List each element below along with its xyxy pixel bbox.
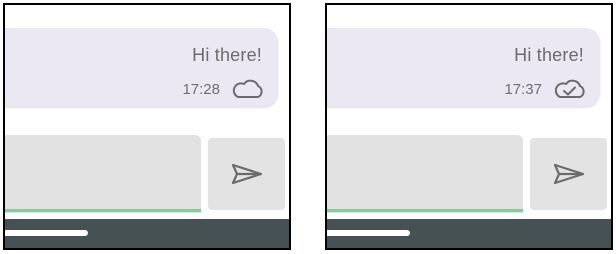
input-focus-underline [327, 209, 523, 212]
message-text: Hi there! [514, 45, 584, 65]
gesture-handle[interactable] [5, 230, 88, 236]
message-input[interactable] [5, 135, 201, 213]
gesture-handle[interactable] [327, 230, 410, 236]
system-navigation-bar [327, 219, 611, 248]
chat-screen-after: Hi there! 17:37 [325, 3, 613, 250]
message-meta: 17:28 [182, 78, 266, 100]
comparison-stage: Hi there! 17:28 Hi there! 17:37 [0, 0, 616, 254]
send-icon [553, 163, 584, 185]
message-bubble[interactable]: Hi there! 17:28 [5, 28, 278, 106]
send-icon [231, 163, 262, 185]
message-input[interactable] [327, 135, 523, 213]
message-meta: 17:37 [504, 78, 588, 100]
chat-screen-before: Hi there! 17:28 [3, 3, 291, 250]
send-button[interactable] [530, 138, 607, 210]
message-time: 17:28 [182, 80, 220, 98]
message-text: Hi there! [192, 45, 262, 65]
input-focus-underline [5, 209, 201, 212]
send-button[interactable] [208, 138, 285, 210]
message-time: 17:37 [504, 80, 542, 98]
system-navigation-bar [5, 219, 289, 248]
cloud-check-icon [554, 79, 585, 98]
message-bubble[interactable]: Hi there! 17:37 [327, 28, 600, 106]
cloud-icon [232, 79, 263, 98]
